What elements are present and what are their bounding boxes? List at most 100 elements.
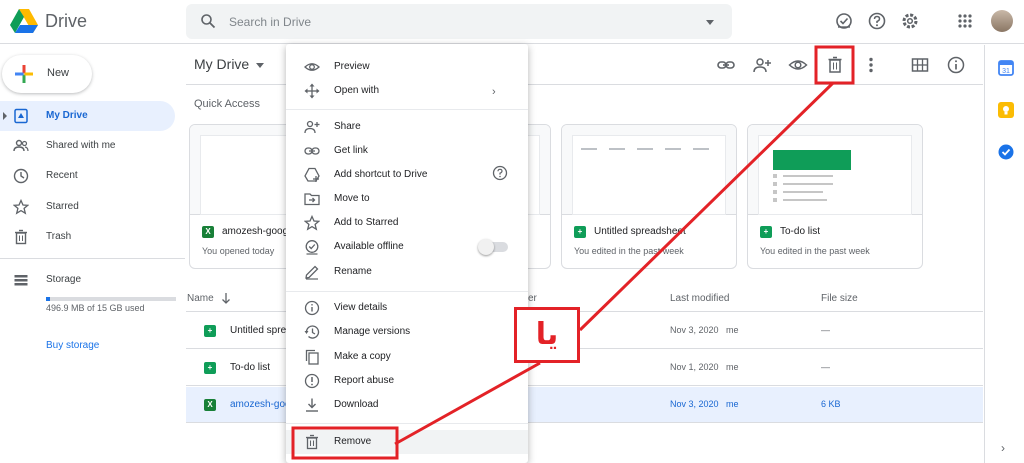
sheets-file-icon: + xyxy=(574,226,586,238)
gear-icon[interactable] xyxy=(900,11,920,31)
sort-arrow-icon[interactable] xyxy=(221,292,231,304)
menu-item-label: Make a copy xyxy=(334,351,391,362)
menu-item-add-shortcut[interactable]: Add shortcut to Drive xyxy=(286,163,528,187)
menu-item-add-to-starred[interactable]: Add to Starred xyxy=(286,211,528,235)
new-button[interactable]: New xyxy=(2,55,92,93)
column-header-last-modified[interactable]: Last modified xyxy=(670,293,729,304)
storage-icon xyxy=(13,272,29,288)
sidebar-item-shared-with-me[interactable]: Shared with me xyxy=(0,131,175,161)
person-add-icon[interactable] xyxy=(752,55,772,75)
sheets-file-icon: + xyxy=(760,226,772,238)
app-name[interactable]: Drive xyxy=(45,11,87,32)
help-icon[interactable] xyxy=(492,165,508,181)
avatar[interactable] xyxy=(991,10,1013,32)
quick-access-card[interactable]: + To-do list You edited in the past week xyxy=(747,124,923,269)
page-title[interactable]: My Drive xyxy=(194,56,249,72)
quick-access-card[interactable]: + Untitled spreadsheet You edited in the… xyxy=(561,124,737,269)
search-input[interactable] xyxy=(229,4,689,39)
side-panel-rail: 31 › xyxy=(984,45,1024,463)
menu-item-view-details[interactable]: View details xyxy=(286,296,528,320)
menu-item-preview[interactable]: Preview xyxy=(286,55,528,79)
offline-toggle[interactable] xyxy=(478,239,508,255)
menu-item-get-link[interactable]: Get link xyxy=(286,139,528,163)
trash-icon[interactable] xyxy=(825,55,845,75)
sheets-file-icon: + xyxy=(204,325,216,337)
pencil-icon xyxy=(304,264,320,280)
file-thumbnail xyxy=(748,125,922,215)
info-icon[interactable] xyxy=(946,55,966,75)
card-file-name: To-do list xyxy=(780,226,821,237)
row-file-name: To-do list xyxy=(230,362,271,373)
menu-item-label: Add to Starred xyxy=(334,217,399,228)
sidebar-item-label: Recent xyxy=(46,170,78,181)
eye-icon[interactable] xyxy=(788,55,808,75)
report-icon xyxy=(304,373,320,389)
drive-logo-icon[interactable] xyxy=(10,9,38,33)
thumbnail-page xyxy=(758,135,912,215)
keep-icon[interactable] xyxy=(998,102,1014,118)
row-file-size: — xyxy=(821,362,830,372)
sidebar-item-my-drive[interactable]: My Drive xyxy=(0,101,175,131)
column-header-file-size[interactable]: File size xyxy=(821,293,858,304)
menu-item-label: Open with xyxy=(334,85,380,96)
help-icon[interactable] xyxy=(867,11,887,31)
menu-item-label: Move to xyxy=(334,193,370,204)
card-activity: You edited in the past week xyxy=(574,246,684,256)
chevron-down-icon[interactable] xyxy=(256,63,264,68)
row-last-modified: Nov 3, 2020 xyxy=(670,399,719,409)
buy-storage-link[interactable]: Buy storage xyxy=(46,340,99,351)
trash-icon xyxy=(304,434,320,450)
sidebar-item-recent[interactable]: Recent xyxy=(0,161,175,191)
offline-ready-icon[interactable] xyxy=(834,11,854,31)
trash-icon xyxy=(13,229,29,245)
menu-item-share[interactable]: Share xyxy=(286,115,528,139)
menu-item-download[interactable]: Download xyxy=(286,393,528,417)
chevron-right-icon[interactable]: › xyxy=(1001,441,1005,455)
menu-item-make-a-copy[interactable]: Make a copy xyxy=(286,345,528,369)
move-arrows-icon xyxy=(304,83,320,99)
search-box[interactable] xyxy=(186,4,732,39)
menu-item-label: Report abuse xyxy=(334,375,395,386)
row-modified-by: me xyxy=(726,325,739,335)
row-file-name: amozesh-goo xyxy=(230,399,291,410)
link-icon xyxy=(304,143,320,159)
search-options-icon[interactable] xyxy=(706,20,714,25)
sidebar-item-trash[interactable]: Trash xyxy=(0,222,175,252)
card-file-name: amozesh-goog xyxy=(222,226,289,237)
menu-item-remove[interactable]: Remove xyxy=(286,430,528,454)
history-icon xyxy=(304,324,320,340)
column-header-name[interactable]: Name xyxy=(187,293,214,304)
apps-grid-icon[interactable] xyxy=(955,11,975,31)
offline-icon xyxy=(304,239,320,255)
menu-item-move-to[interactable]: Move to xyxy=(286,187,528,211)
menu-item-manage-versions[interactable]: Manage versions xyxy=(286,320,528,344)
chevron-right-icon: › xyxy=(492,86,496,98)
menu-item-label: Preview xyxy=(334,61,370,72)
menu-item-rename[interactable]: Rename xyxy=(286,260,528,284)
expand-caret-icon[interactable] xyxy=(3,112,7,120)
row-file-name: Untitled spre xyxy=(230,325,287,336)
menu-item-label: Download xyxy=(334,399,379,410)
calendar-icon[interactable]: 31 xyxy=(998,60,1014,76)
more-vert-icon[interactable] xyxy=(861,55,881,75)
context-menu: Preview Open with › Share Get link Add s… xyxy=(286,44,528,463)
sidebar-item-storage[interactable]: Storage xyxy=(0,265,175,295)
info-icon xyxy=(304,300,320,316)
excel-file-icon: X xyxy=(202,226,214,238)
sidebar-item-starred[interactable]: Starred xyxy=(0,192,175,222)
folder-move-icon xyxy=(304,191,320,207)
column-header-owner[interactable]: er xyxy=(528,293,537,304)
search-icon[interactable] xyxy=(200,13,216,29)
tasks-icon[interactable] xyxy=(998,144,1014,160)
grid-view-icon[interactable] xyxy=(910,55,930,75)
link-icon[interactable] xyxy=(716,55,736,75)
menu-item-open-with[interactable]: Open with › xyxy=(286,79,528,103)
svg-text:31: 31 xyxy=(1002,68,1010,75)
menu-item-label: View details xyxy=(334,302,388,313)
sidebar-divider xyxy=(0,258,185,259)
menu-divider xyxy=(286,291,528,292)
menu-item-report-abuse[interactable]: Report abuse xyxy=(286,369,528,393)
plus-icon xyxy=(14,64,34,84)
storage-progress-bar xyxy=(46,297,176,301)
menu-item-available-offline[interactable]: Available offline xyxy=(286,235,528,259)
